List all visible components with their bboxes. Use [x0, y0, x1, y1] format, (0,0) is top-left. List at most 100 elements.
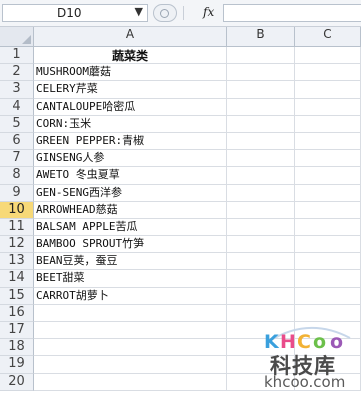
cell-b[interactable] [227, 47, 295, 65]
cell-b[interactable] [227, 167, 295, 185]
column-header-c[interactable]: C [295, 27, 361, 46]
row-header[interactable]: 9 [0, 184, 34, 202]
row-header[interactable]: 3 [0, 81, 34, 99]
cell-a[interactable]: CELERY芹菜 [34, 81, 227, 99]
cell-c[interactable] [295, 132, 361, 151]
cell-c[interactable] [295, 167, 361, 185]
watermark-url-text: khcoo.com [264, 373, 346, 391]
cell-b[interactable] [227, 270, 295, 288]
table-row: 4 CANTALOUPE哈密瓜 [0, 98, 361, 116]
cell-c[interactable] [295, 270, 361, 288]
row-header[interactable]: 4 [0, 98, 34, 116]
column-header-a[interactable]: A [34, 27, 227, 46]
cell-c[interactable] [295, 47, 361, 65]
row-header[interactable]: 19 [0, 356, 34, 374]
row-header[interactable]: 17 [0, 322, 34, 340]
svg-text:K: K [264, 331, 280, 352]
row-header[interactable]: 2 [0, 64, 34, 82]
row-header[interactable]: 6 [0, 132, 34, 151]
cell-a[interactable]: 蔬菜类 [34, 47, 227, 65]
cell-c[interactable] [295, 150, 361, 168]
cell-b[interactable] [227, 81, 295, 99]
cell-a[interactable] [34, 322, 227, 340]
cell-a[interactable]: GINSENG人参 [34, 150, 227, 168]
cell-c[interactable] [295, 81, 361, 99]
table-row: 9 GEN-SENG西洋参 [0, 184, 361, 202]
cell-b[interactable] [227, 184, 295, 202]
svg-text:o: o [313, 331, 326, 352]
cell-c[interactable] [295, 98, 361, 116]
cell-a[interactable]: MUSHROOM蘑菇 [34, 64, 227, 82]
cell-a[interactable] [34, 339, 227, 357]
cell-b[interactable] [227, 64, 295, 82]
row-header[interactable]: 7 [0, 150, 34, 168]
cell-a[interactable]: CANTALOUPE哈密瓜 [34, 98, 227, 116]
cell-b[interactable] [227, 115, 295, 133]
table-row: 5 CORN:玉米 [0, 115, 361, 133]
row-header[interactable]: 16 [0, 304, 34, 322]
cell-b[interactable] [227, 287, 295, 305]
table-row: 15 CARROT胡萝卜 [0, 287, 361, 305]
cell-a[interactable]: BAMBOO SPROUT竹笋 [34, 236, 227, 254]
cell-c[interactable] [295, 253, 361, 271]
cell-b[interactable] [227, 218, 295, 237]
cell-b[interactable] [227, 236, 295, 254]
cell-a[interactable]: BEET甜菜 [34, 270, 227, 288]
row-header[interactable]: 5 [0, 115, 34, 133]
table-row: 10 ARROWHEAD慈菇 [0, 201, 361, 219]
cell-a[interactable]: BEAN豆荚，蚕豆 [34, 253, 227, 271]
table-row: 14 BEET甜菜 [0, 270, 361, 288]
cell-b[interactable] [227, 98, 295, 116]
cell-c[interactable] [295, 64, 361, 82]
table-row: 3 CELERY芹菜 [0, 81, 361, 99]
cell-a[interactable]: AWETO 冬虫夏草 [34, 167, 227, 185]
cell-a[interactable] [34, 304, 227, 322]
cell-a[interactable]: GEN-SENG西洋参 [34, 184, 227, 202]
table-row: 1 蔬菜类 [0, 47, 361, 65]
row-header[interactable]: 8 [0, 167, 34, 185]
row-header[interactable]: 20 [0, 373, 34, 391]
cell-b[interactable] [227, 253, 295, 271]
cell-c[interactable] [295, 184, 361, 202]
insert-function-icon[interactable]: fx [203, 5, 214, 19]
row-header[interactable]: 14 [0, 270, 34, 288]
cell-c[interactable] [295, 236, 361, 254]
row-header[interactable]: 15 [0, 287, 34, 305]
table-row: 2 MUSHROOM蘑菇 [0, 64, 361, 82]
cell-c[interactable] [295, 218, 361, 237]
cell-a[interactable]: BALSAM APPLE苦瓜 [34, 218, 227, 237]
formula-input[interactable] [223, 4, 361, 22]
row-header[interactable]: 12 [0, 236, 34, 254]
cell-a[interactable] [34, 373, 227, 391]
cell-a[interactable]: GREEN PEPPER:青椒 [34, 132, 227, 151]
table-row: 12 BAMBOO SPROUT竹笋 [0, 236, 361, 254]
row-header[interactable]: 13 [0, 253, 34, 271]
cell-a[interactable] [34, 356, 227, 374]
table-row: 13 BEAN豆荚，蚕豆 [0, 253, 361, 271]
divider [183, 6, 184, 20]
cell-c[interactable] [295, 287, 361, 305]
cell-b[interactable] [227, 201, 295, 219]
zoom-icon[interactable] [153, 4, 177, 22]
row-header[interactable]: 11 [0, 218, 34, 237]
select-all-corner[interactable] [0, 27, 34, 46]
name-box[interactable]: D10 ▼ [2, 4, 148, 22]
cell-c[interactable] [295, 201, 361, 219]
row-header[interactable]: 10 [0, 201, 34, 219]
svg-text:H: H [280, 331, 296, 352]
cell-c[interactable] [295, 115, 361, 133]
column-header-b[interactable]: B [227, 27, 295, 46]
khcoo-logo: K H C o o [264, 327, 351, 352]
table-row: 11 BALSAM APPLE苦瓜 [0, 218, 361, 237]
chevron-down-icon[interactable]: ▼ [135, 5, 143, 18]
formula-bar: D10 ▼ fx [0, 0, 361, 27]
cell-a[interactable]: CARROT胡萝卜 [34, 287, 227, 305]
row-header[interactable]: 18 [0, 339, 34, 357]
cell-b[interactable] [227, 132, 295, 151]
khcoo-watermark: K H C o o 科技库 khcoo.com [258, 318, 358, 391]
cell-b[interactable] [227, 150, 295, 168]
cell-a[interactable]: ARROWHEAD慈菇 [34, 201, 227, 219]
column-header-bar: A B C [0, 27, 361, 47]
row-header[interactable]: 1 [0, 47, 34, 65]
cell-a[interactable]: CORN:玉米 [34, 115, 227, 133]
